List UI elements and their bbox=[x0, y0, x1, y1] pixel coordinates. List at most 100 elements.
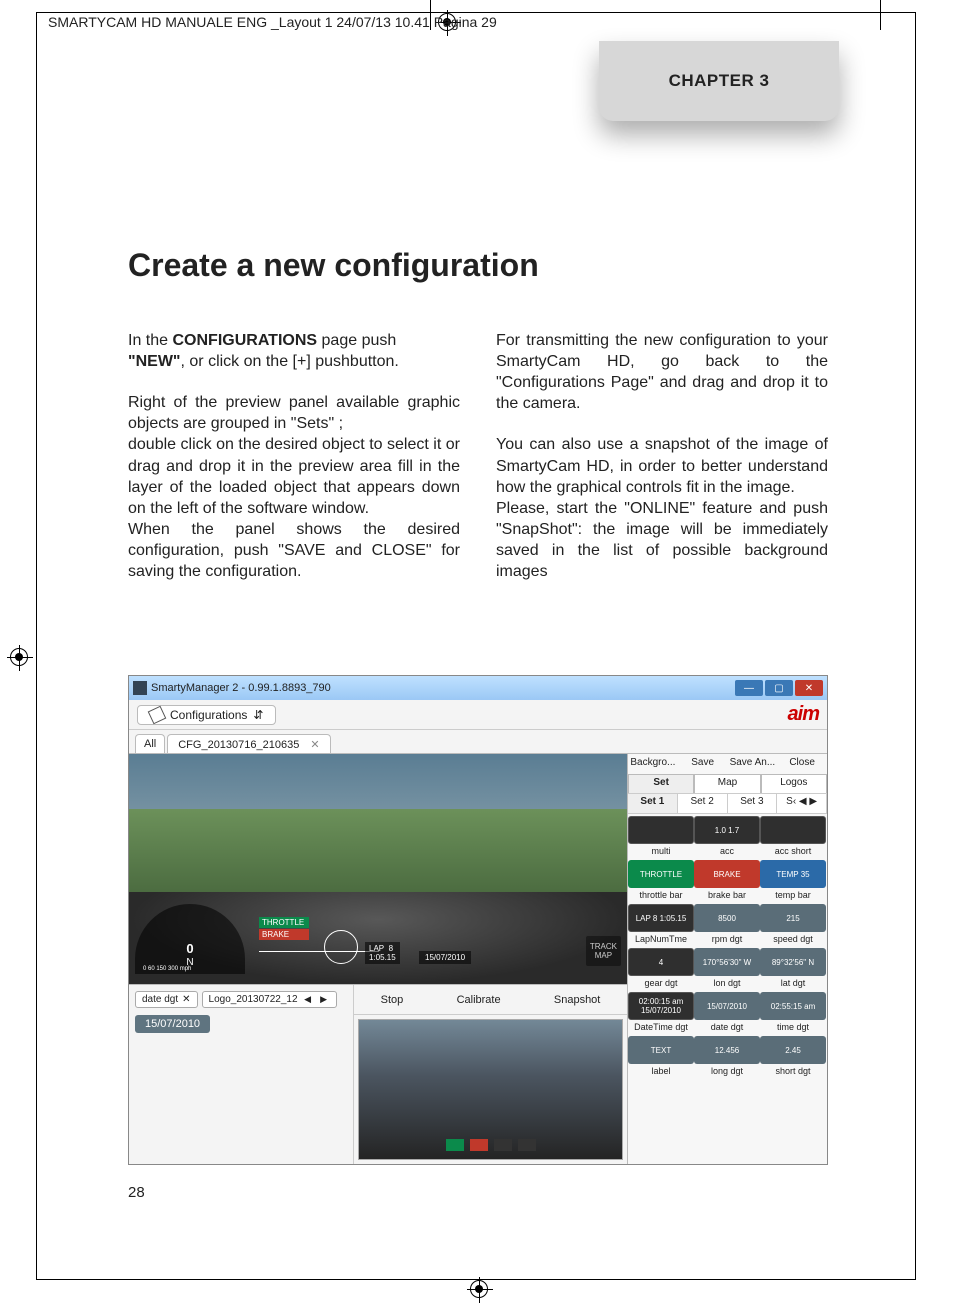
widget-preview: 15/07/2010 bbox=[694, 992, 760, 1020]
widget-preview: 02:00:15 am 15/07/2010 bbox=[628, 992, 694, 1020]
widget-label: temp bar bbox=[760, 890, 826, 900]
maximize-button[interactable]: ▢ bbox=[765, 680, 793, 696]
background-button[interactable]: Backgro... bbox=[628, 754, 678, 774]
widget-label: gear dgt bbox=[628, 978, 694, 988]
widget-label: acc bbox=[694, 846, 760, 856]
tab-set[interactable]: Set bbox=[628, 774, 694, 793]
close-icon[interactable]: ✕ bbox=[182, 994, 190, 1005]
configurations-label: Configurations bbox=[170, 708, 247, 722]
updown-icon: ⇵ bbox=[253, 708, 263, 722]
widget-DateTime-dgt[interactable]: 02:00:15 am 15/07/2010DateTime dgt bbox=[628, 990, 694, 1034]
next-icon[interactable]: ▶ bbox=[318, 994, 330, 1005]
date-overlay[interactable]: 15/07/2010 bbox=[419, 951, 471, 964]
trackmap-overlay[interactable]: TRACKMAP bbox=[586, 936, 621, 966]
widget-label: label bbox=[628, 1066, 694, 1076]
paragraph: Please, start the "ONLINE" feature and p… bbox=[496, 498, 828, 582]
sets-panel: Backgro... Save Save An... Close Set Map… bbox=[627, 754, 827, 1164]
widget-preview: 170°56'30" W bbox=[694, 948, 760, 976]
page-number: 28 bbox=[128, 1184, 145, 1201]
tab-config-label: CFG_20130716_210635 bbox=[178, 739, 299, 751]
widget-brake-bar[interactable]: BRAKE brake bar bbox=[694, 858, 760, 902]
save-as-button[interactable]: Save An... bbox=[728, 754, 778, 774]
widget-short-dgt[interactable]: 2.45short dgt bbox=[760, 1034, 826, 1078]
widget-label: time dgt bbox=[760, 1022, 826, 1032]
tab-logos[interactable]: Logos bbox=[761, 774, 827, 793]
paragraph: For transmitting the new configuration t… bbox=[496, 330, 828, 414]
page-heading: Create a new configuration bbox=[128, 247, 828, 284]
aim-logo: aim bbox=[788, 703, 819, 726]
widget-preview: 4 bbox=[628, 948, 694, 976]
widget-acc-short[interactable]: acc short bbox=[760, 814, 826, 858]
widget-lon-dgt[interactable]: 170°56'30" W lon dgt bbox=[694, 946, 760, 990]
tab-map[interactable]: Map bbox=[694, 774, 760, 793]
widget-label: multi bbox=[628, 846, 694, 856]
tab-set-nav[interactable]: S‹ ◀ ▶ bbox=[777, 794, 827, 813]
minimize-button[interactable]: — bbox=[735, 680, 763, 696]
layer-date-value[interactable]: 15/07/2010 bbox=[135, 1015, 210, 1033]
widget-lat-dgt[interactable]: 89°32'56" N lat dgt bbox=[760, 946, 826, 990]
widget-speed-dgt[interactable]: 215speed dgt bbox=[760, 902, 826, 946]
close-panel-button[interactable]: Close bbox=[777, 754, 827, 774]
configurations-button[interactable]: Configurations ⇵ bbox=[137, 705, 276, 725]
paragraph: You can also use a snapshot of the image… bbox=[496, 434, 828, 497]
widget-long-dgt[interactable]: 12.456 long dgt bbox=[694, 1034, 760, 1078]
t: page push bbox=[317, 332, 396, 349]
widget-label[interactable]: TEXTlabel bbox=[628, 1034, 694, 1078]
widget-temp-bar[interactable]: TEMP 35 temp bar bbox=[760, 858, 826, 902]
close-icon[interactable]: ✕ bbox=[310, 739, 319, 751]
widget-multi[interactable]: multi bbox=[628, 814, 694, 858]
calibrate-button[interactable]: Calibrate bbox=[457, 994, 501, 1006]
close-button[interactable]: ✕ bbox=[795, 680, 823, 696]
widget-label: acc short bbox=[760, 846, 826, 856]
widget-time-dgt[interactable]: 02:55:15 am time dgt bbox=[760, 990, 826, 1034]
widget-preview bbox=[760, 816, 826, 844]
widget-preview bbox=[628, 816, 694, 844]
widget-preview: THROTTLE bbox=[628, 860, 694, 888]
widget-throttle-bar[interactable]: THROTTLEthrottle bar bbox=[628, 858, 694, 902]
app-screenshot: SmartyManager 2 - 0.99.1.8893_790 — ▢ ✕ … bbox=[128, 675, 828, 1165]
widget-preview: TEMP 35 bbox=[760, 860, 826, 888]
stop-button[interactable]: Stop bbox=[381, 994, 404, 1006]
widget-preview: 12.456 bbox=[694, 1036, 760, 1064]
paragraph: Right of the preview panel available gra… bbox=[128, 392, 460, 434]
widget-preview: 89°32'56" N bbox=[760, 948, 826, 976]
widget-rpm-dgt[interactable]: 8500 rpm dgt bbox=[694, 902, 760, 946]
paragraph: When the panel shows the desired configu… bbox=[128, 519, 460, 582]
widget-label: short dgt bbox=[760, 1066, 826, 1076]
throttle-overlay[interactable]: THROTTLE bbox=[259, 917, 309, 928]
widget-label: brake bar bbox=[694, 890, 760, 900]
preview-area[interactable]: N 0 0 60 150 300 mph THROTTLE BRAKE LAP … bbox=[129, 754, 627, 984]
tab-set3[interactable]: Set 3 bbox=[728, 794, 778, 813]
widget-label: lon dgt bbox=[694, 978, 760, 988]
widget-label: lat dgt bbox=[760, 978, 826, 988]
widget-preview: 02:55:15 am bbox=[760, 992, 826, 1020]
paragraph: double click on the desired object to se… bbox=[128, 434, 460, 518]
layer-tab-date[interactable]: date dgt✕ bbox=[135, 991, 198, 1008]
tab-set1[interactable]: Set 1 bbox=[628, 794, 678, 813]
layer-panel: date dgt✕ Logo_20130722_12 ◀ ▶ 15/07/201… bbox=[129, 985, 354, 1164]
brake-overlay[interactable]: BRAKE bbox=[259, 929, 309, 940]
prev-icon[interactable]: ◀ bbox=[302, 994, 314, 1005]
snapshot-button[interactable]: Snapshot bbox=[554, 994, 600, 1006]
tab-all[interactable]: All bbox=[135, 734, 165, 753]
widget-LapNumTme[interactable]: LAP 8 1:05.15LapNumTme bbox=[628, 902, 694, 946]
t: , or click on the [+] pushbutton. bbox=[181, 353, 399, 370]
widget-preview: 8500 bbox=[694, 904, 760, 932]
column-right: For transmitting the new configuration t… bbox=[496, 330, 828, 602]
lap-overlay[interactable]: LAP 8 1:05.15 bbox=[365, 942, 400, 964]
widget-gear-dgt[interactable]: 4 gear dgt bbox=[628, 946, 694, 990]
t: In the bbox=[128, 332, 172, 349]
widget-label: long dgt bbox=[694, 1066, 760, 1076]
widget-preview: BRAKE bbox=[694, 860, 760, 888]
tab-set2[interactable]: Set 2 bbox=[678, 794, 728, 813]
acc-circle-overlay[interactable] bbox=[324, 930, 358, 964]
layer-tab-logo[interactable]: Logo_20130722_12 ◀ ▶ bbox=[202, 991, 337, 1008]
window-title: SmartyManager 2 - 0.99.1.8893_790 bbox=[151, 682, 331, 694]
t: CONFIGURATIONS bbox=[172, 332, 317, 349]
save-button[interactable]: Save bbox=[678, 754, 728, 774]
widget-preview: 215 bbox=[760, 904, 826, 932]
tab-config[interactable]: CFG_20130716_210635 ✕ bbox=[167, 734, 330, 753]
widget-acc[interactable]: 1.0 1.7acc bbox=[694, 814, 760, 858]
widget-date-dgt[interactable]: 15/07/2010date dgt bbox=[694, 990, 760, 1034]
widget-label: rpm dgt bbox=[694, 934, 760, 944]
